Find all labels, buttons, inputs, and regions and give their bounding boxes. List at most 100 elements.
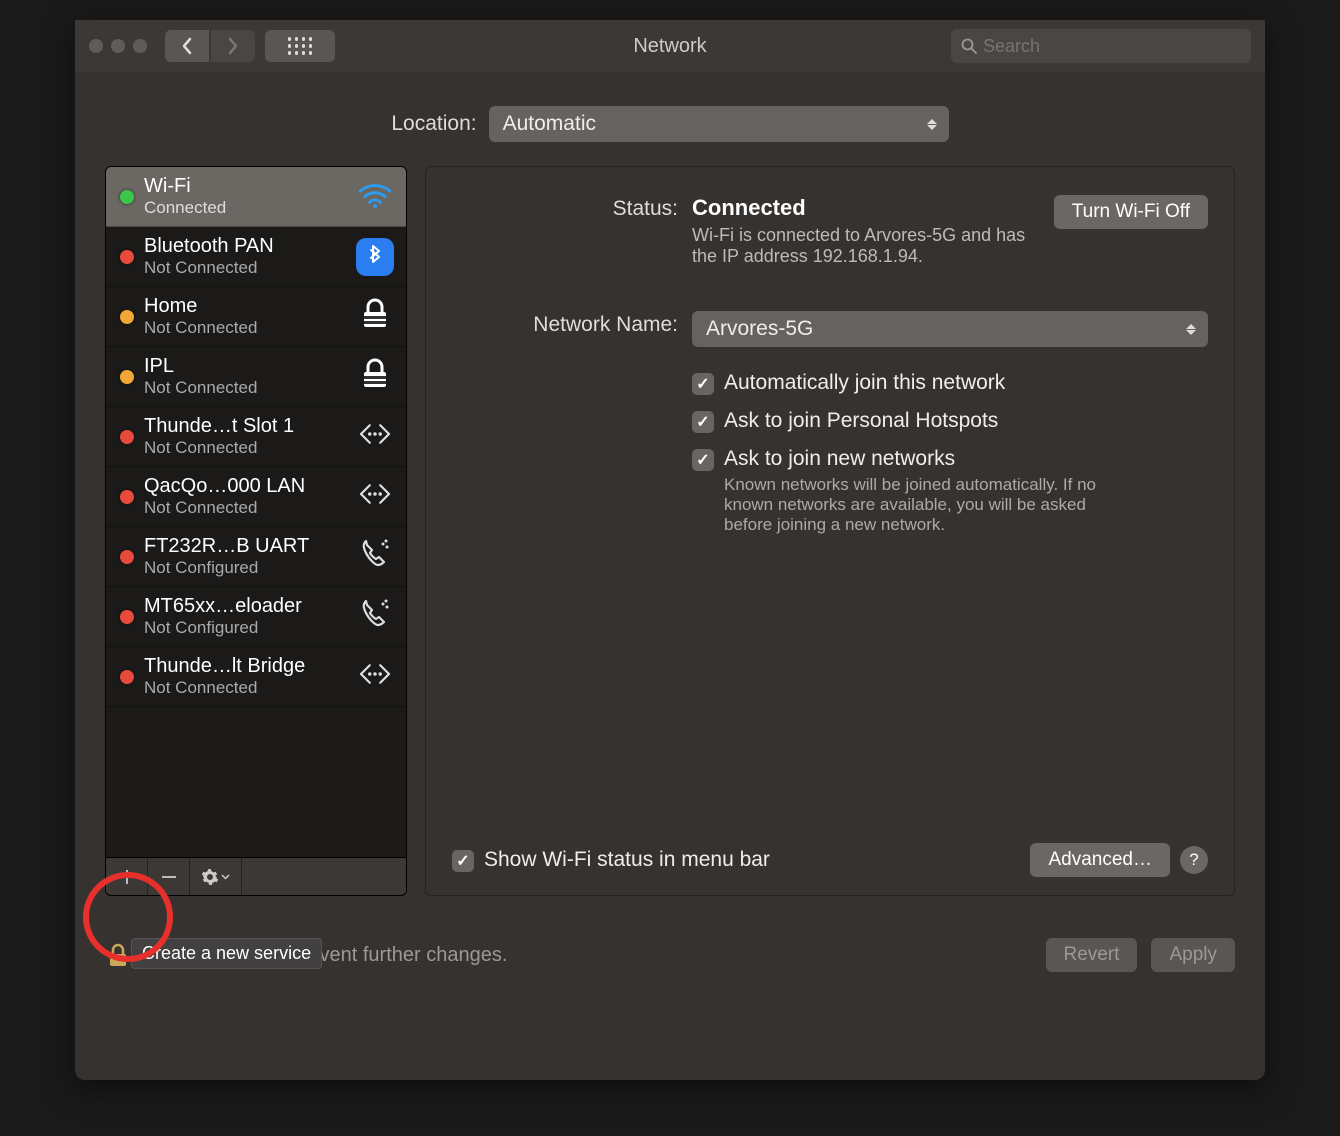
vpn-lock-icon [358,357,392,397]
forward-button[interactable] [211,30,255,62]
stepper-icon [1182,324,1200,335]
traffic-lights [89,39,147,53]
service-actions-button[interactable] [190,858,242,895]
service-text: IPLNot Connected [144,355,344,398]
service-text: FT232R…B UARTNot Configured [144,535,344,578]
service-item-home[interactable]: HomeNot Connected [106,287,406,347]
service-item-ft232r-b-uart[interactable]: FT232R…B UARTNot Configured [106,527,406,587]
service-name: FT232R…B UART [144,535,344,558]
chevron-right-icon [227,37,239,55]
network-name-select[interactable]: Arvores-5G [692,311,1208,347]
service-status: Not Connected [144,678,344,698]
service-item-ipl[interactable]: IPLNot Connected [106,347,406,407]
service-text: Wi-FiConnected [144,175,344,218]
chevron-left-icon [181,37,193,55]
status-dot [120,430,134,444]
ask-hotspot-label: Ask to join Personal Hotspots [724,409,998,433]
lock-icon[interactable] [105,942,131,968]
status-dot [120,310,134,324]
back-button[interactable] [165,30,209,62]
status-dot [120,250,134,264]
status-dot [120,190,134,204]
service-item-mt65xx-eloader[interactable]: MT65xx…eloaderNot Configured [106,587,406,647]
service-item-wi-fi[interactable]: Wi-FiConnected [106,167,406,227]
status-dot [120,610,134,624]
detail-panel: Status: Connected Wi-Fi is connected to … [425,166,1235,896]
modem-phone-icon [357,536,393,578]
status-dot [120,370,134,384]
ask-new-hint: Known networks will be joined automatica… [724,475,1134,535]
service-sidebar: Wi-FiConnectedBluetooth PANNot Connected… [105,166,407,896]
status-dot [120,490,134,504]
gear-icon [201,868,219,886]
service-item-bluetooth-pan[interactable]: Bluetooth PANNot Connected [106,227,406,287]
remove-service-button[interactable] [148,858,190,895]
show-all-button[interactable] [265,30,335,62]
titlebar: Network [75,20,1265,72]
location-value: Automatic [503,112,596,136]
service-status: Not Connected [144,438,344,458]
service-text: Bluetooth PANNot Connected [144,235,344,278]
service-status: Not Connected [144,378,344,398]
service-status: Not Connected [144,498,344,518]
service-status: Not Configured [144,618,344,638]
status-description: Wi-Fi is connected to Arvores-5G and has… [692,225,1040,267]
minus-icon [161,869,177,885]
service-name: QacQo…000 LAN [144,475,344,498]
network-name-value: Arvores-5G [706,317,813,341]
search-field[interactable] [951,29,1251,63]
chevron-down-icon [221,874,230,880]
location-label: Location: [391,112,476,136]
service-status: Not Connected [144,258,344,278]
location-select[interactable]: Automatic [489,106,949,142]
service-text: Thunde…lt BridgeNot Connected [144,655,344,698]
service-text: HomeNot Connected [144,295,344,338]
wifi-icon [356,180,394,214]
search-input[interactable] [983,36,1241,57]
service-name: Thunde…t Slot 1 [144,415,344,438]
service-name: MT65xx…eloader [144,595,344,618]
window-title: Network [633,35,706,58]
service-text: MT65xx…eloaderNot Configured [144,595,344,638]
service-name: Wi-Fi [144,175,344,198]
bluetooth-icon [356,238,394,276]
service-text: Thunde…t Slot 1Not Connected [144,415,344,458]
stepper-icon [923,119,941,130]
service-name: Thunde…lt Bridge [144,655,344,678]
close-window-button[interactable] [89,39,103,53]
wifi-toggle-button[interactable]: Turn Wi-Fi Off [1054,195,1208,229]
service-item-thunde-t-slot-1[interactable]: Thunde…t Slot 1Not Connected [106,407,406,467]
service-status: Connected [144,198,344,218]
nav-buttons [165,30,255,62]
ethernet-icon [354,658,396,696]
service-item-qacqo-000-lan[interactable]: QacQo…000 LANNot Connected [106,467,406,527]
grid-icon [288,37,313,55]
minimize-window-button[interactable] [111,39,125,53]
service-name: Bluetooth PAN [144,235,344,258]
ask-new-label: Ask to join new networks [724,447,955,470]
zoom-window-button[interactable] [133,39,147,53]
auto-join-checkbox[interactable] [692,373,714,395]
network-name-label: Network Name: [452,311,678,539]
help-button[interactable]: ? [1180,846,1208,874]
service-status: Not Configured [144,558,344,578]
plus-icon [119,869,135,885]
add-service-button[interactable] [106,858,148,895]
revert-button[interactable]: Revert [1046,938,1138,972]
add-service-tooltip: Create a new service [131,938,322,969]
network-preferences-window: Network Location: Automatic Wi-FiConnect… [75,20,1265,1080]
show-menubar-label: Show Wi-Fi status in menu bar [484,848,770,872]
show-menubar-checkbox[interactable] [452,850,474,872]
apply-button[interactable]: Apply [1151,938,1235,972]
vpn-lock-icon [358,297,392,337]
service-list[interactable]: Wi-FiConnectedBluetooth PANNot Connected… [106,167,406,857]
ask-hotspot-checkbox[interactable] [692,411,714,433]
sidebar-footer [106,857,406,895]
service-item-thunde-lt-bridge[interactable]: Thunde…lt BridgeNot Connected [106,647,406,707]
status-dot [120,670,134,684]
advanced-button[interactable]: Advanced… [1030,843,1170,877]
ask-new-checkbox[interactable] [692,449,714,471]
service-name: IPL [144,355,344,378]
ethernet-icon [354,418,396,456]
search-icon [961,38,977,54]
